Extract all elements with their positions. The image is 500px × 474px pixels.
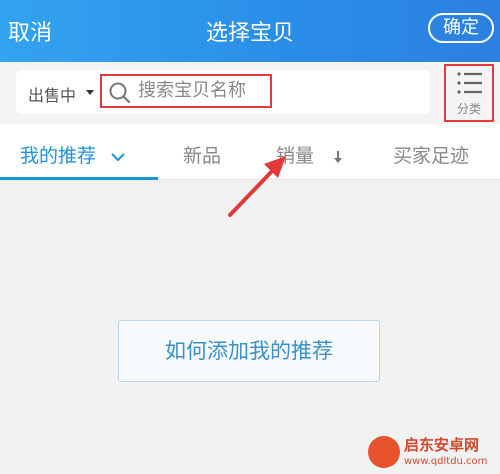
- chevron-down-icon: [111, 152, 125, 161]
- status-dropdown[interactable]: 出售中: [28, 82, 76, 106]
- filter-tabs: 我的推荐 新品 销量 买家足迹: [0, 124, 500, 180]
- tab-new[interactable]: 新品: [183, 141, 221, 168]
- search-input[interactable]: 搜索宝贝名称: [100, 74, 272, 108]
- page-title: 选择宝贝: [205, 21, 294, 46]
- watermark-url: www.qdltdu.com: [404, 456, 488, 467]
- list-icon: [457, 72, 482, 94]
- category-button[interactable]: 分类: [444, 64, 494, 122]
- tab-label: 销量: [276, 145, 315, 167]
- search-box: 出售中 搜索宝贝名称: [16, 70, 430, 114]
- active-tab-underline: [0, 177, 158, 180]
- sort-down-icon: [334, 150, 343, 163]
- tab-buyer-footprint[interactable]: 买家足迹: [393, 141, 469, 168]
- watermark: 启东安卓网 www.qdltdu.com: [368, 434, 496, 472]
- search-bar: 出售中 搜索宝贝名称 分类: [0, 62, 500, 124]
- tab-sales[interactable]: 销量: [276, 141, 344, 168]
- top-nav-bar: 取消 选择宝贝 确定: [0, 0, 500, 62]
- how-to-add-recommend-button[interactable]: 如何添加我的推荐: [118, 320, 380, 382]
- watermark-logo: [368, 436, 400, 468]
- search-placeholder: 搜索宝贝名称: [138, 80, 246, 101]
- tab-label: 我的推荐: [20, 145, 97, 167]
- watermark-text: 启东安卓网: [404, 436, 480, 454]
- tab-my-recommend[interactable]: 我的推荐: [20, 141, 126, 168]
- caret-down-icon[interactable]: [86, 90, 94, 95]
- category-label: 分类: [456, 102, 481, 116]
- magnifier-icon: [109, 82, 131, 104]
- confirm-button[interactable]: 确定: [428, 13, 494, 43]
